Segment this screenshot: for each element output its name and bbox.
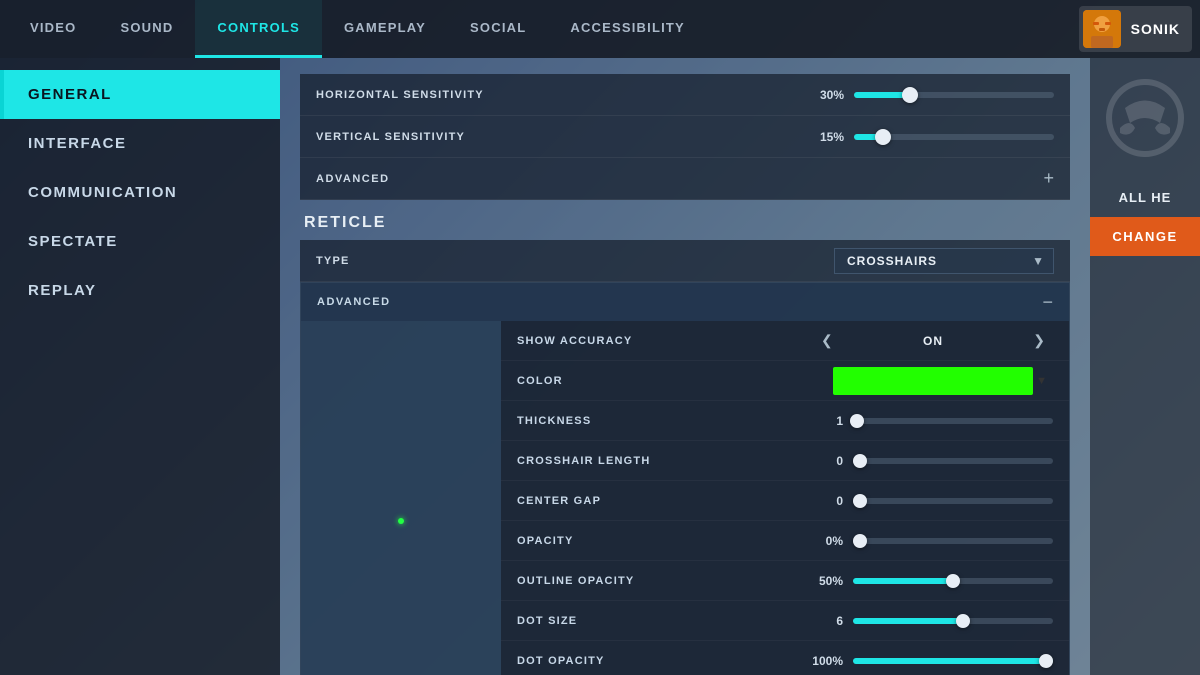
thickness-row: THICKNESS 1 — [501, 401, 1069, 441]
sidebar-item-replay[interactable]: REPLAY — [0, 266, 280, 315]
avatar — [1083, 10, 1121, 48]
center-gap-value: 0 — [803, 494, 843, 508]
top-navigation: VIDEO SOUND CONTROLS GAMEPLAY SOCIAL ACC… — [0, 0, 1200, 58]
advanced-settings-section: ADVANCED − SHOW ACCURACY ❮ ON ❯ — [300, 282, 1070, 675]
tab-controls[interactable]: CONTROLS — [195, 0, 322, 58]
preview-dot — [398, 518, 404, 524]
type-dropdown[interactable]: CROSSHAIRS DOT CIRCLE CROSSHAIRS AND DOT — [834, 248, 1054, 274]
center-gap-label: CENTER GAP — [517, 495, 803, 507]
sidebar: GENERAL INTERFACE COMMUNICATION SPECTATE… — [0, 58, 280, 675]
horizontal-sensitivity-value: 30% — [804, 88, 844, 102]
type-row: TYPE CROSSHAIRS DOT CIRCLE CROSSHAIRS AN… — [300, 240, 1070, 282]
show-accuracy-row: SHOW ACCURACY ❮ ON ❯ — [501, 321, 1069, 361]
color-chevron-icon: ▼ — [1036, 375, 1047, 387]
right-panel: ALL HE CHANGE — [1090, 58, 1200, 675]
color-label: COLOR — [517, 375, 833, 387]
color-dropdown[interactable]: ▼ — [833, 367, 1053, 395]
outline-opacity-slider[interactable] — [853, 578, 1053, 584]
ow-logo-icon — [1105, 78, 1185, 158]
username-label: SONIK — [1131, 21, 1180, 37]
tab-sound[interactable]: SOUND — [98, 0, 195, 58]
vertical-sensitivity-value: 15% — [804, 130, 844, 144]
color-swatch[interactable] — [833, 367, 1033, 395]
opacity-row: OPACITY 0% — [501, 521, 1069, 561]
show-accuracy-label: SHOW ACCURACY — [517, 335, 813, 347]
outline-opacity-row: OUTLINE OPACITY 50% — [501, 561, 1069, 601]
thickness-slider[interactable] — [853, 418, 1053, 424]
user-panel: SONIK — [1079, 6, 1192, 52]
vertical-sensitivity-label: VERTICAL SENSITIVITY — [316, 131, 804, 143]
advanced-collapse-row[interactable]: ADVANCED + — [300, 158, 1070, 200]
thickness-label: THICKNESS — [517, 415, 803, 427]
dot-opacity-value: 100% — [803, 654, 843, 668]
dot-size-slider[interactable] — [853, 618, 1053, 624]
plus-icon: + — [1043, 168, 1054, 189]
tab-gameplay[interactable]: GAMEPLAY — [322, 0, 448, 58]
dot-size-label: DOT SIZE — [517, 615, 803, 627]
tab-social[interactable]: SOCIAL — [448, 0, 548, 58]
dot-opacity-slider[interactable] — [853, 658, 1053, 664]
change-button[interactable]: CHANGE — [1090, 217, 1200, 256]
type-dropdown-wrapper: CROSSHAIRS DOT CIRCLE CROSSHAIRS AND DOT… — [834, 248, 1054, 274]
crosshair-length-value: 0 — [803, 454, 843, 468]
dot-size-value: 6 — [803, 614, 843, 628]
opacity-slider[interactable] — [853, 538, 1053, 544]
main-layout: GENERAL INTERFACE COMMUNICATION SPECTATE… — [0, 58, 1200, 675]
vertical-sensitivity-row: VERTICAL SENSITIVITY 15% — [300, 116, 1070, 158]
dot-size-row: DOT SIZE 6 — [501, 601, 1069, 641]
thickness-value: 1 — [803, 414, 843, 428]
sidebar-item-interface[interactable]: INTERFACE — [0, 119, 280, 168]
show-accuracy-control: ❮ ON ❯ — [813, 328, 1053, 353]
opacity-value: 0% — [803, 534, 843, 548]
all-heroes-label: ALL HE — [1090, 178, 1200, 217]
crosshair-length-slider[interactable] — [853, 458, 1053, 464]
horizontal-sensitivity-label: HORIZONTAL SENSITIVITY — [316, 89, 804, 101]
right-arrow-icon[interactable]: ❯ — [1025, 328, 1053, 353]
advanced-settings-content: SHOW ACCURACY ❮ ON ❯ COLOR ▼ — [301, 321, 1069, 675]
tab-accessibility[interactable]: ACCESSIBILITY — [548, 0, 707, 58]
outline-opacity-value: 50% — [803, 574, 843, 588]
left-arrow-icon[interactable]: ❮ — [813, 328, 841, 353]
color-row: COLOR ▼ — [501, 361, 1069, 401]
dot-opacity-row: DOT OPACITY 100% — [501, 641, 1069, 675]
crosshair-length-label: CROSSHAIR LENGTH — [517, 455, 803, 467]
settings-content: HORIZONTAL SENSITIVITY 30% VERTICAL SENS… — [280, 58, 1090, 675]
sidebar-item-communication[interactable]: COMMUNICATION — [0, 168, 280, 217]
opacity-label: OPACITY — [517, 535, 803, 547]
reticle-section-title: RETICLE — [300, 200, 1070, 240]
show-accuracy-value: ON — [849, 334, 1018, 348]
type-label: TYPE — [316, 255, 834, 267]
advanced-settings-header[interactable]: ADVANCED − — [301, 283, 1069, 321]
crosshair-preview — [301, 321, 501, 675]
center-gap-row: CENTER GAP 0 — [501, 481, 1069, 521]
crosshair-length-row: CROSSHAIR LENGTH 0 — [501, 441, 1069, 481]
advanced-settings-label: ADVANCED — [317, 296, 1042, 308]
tab-video[interactable]: VIDEO — [8, 0, 98, 58]
minus-icon[interactable]: − — [1042, 292, 1053, 313]
outline-opacity-label: OUTLINE OPACITY — [517, 575, 803, 587]
center-gap-slider[interactable] — [853, 498, 1053, 504]
dot-opacity-label: DOT OPACITY — [517, 655, 803, 667]
advanced-settings-list: SHOW ACCURACY ❮ ON ❯ COLOR ▼ — [501, 321, 1069, 675]
sidebar-item-general[interactable]: GENERAL — [0, 70, 280, 119]
advanced-header-label: ADVANCED — [316, 173, 1043, 185]
horizontal-sensitivity-row: HORIZONTAL SENSITIVITY 30% — [300, 74, 1070, 116]
horizontal-sensitivity-slider[interactable] — [854, 92, 1054, 98]
sidebar-item-spectate[interactable]: SPECTATE — [0, 217, 280, 266]
vertical-sensitivity-slider[interactable] — [854, 134, 1054, 140]
